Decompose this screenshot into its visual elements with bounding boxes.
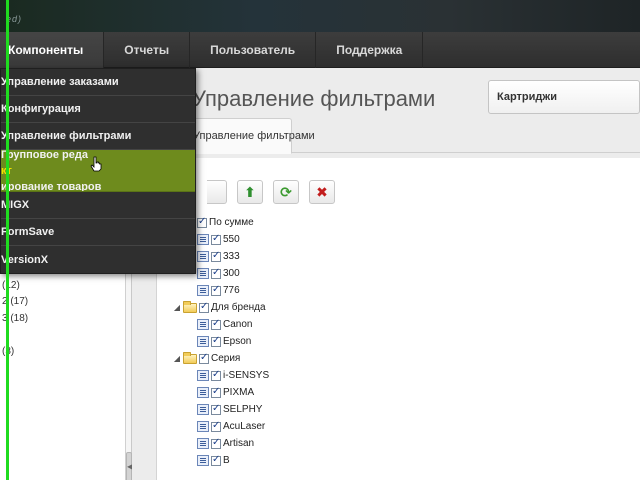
tree-item-label: i-SENSYS	[223, 370, 270, 381]
checkbox[interactable]	[211, 386, 221, 398]
checkbox[interactable]	[211, 403, 221, 415]
checkbox[interactable]	[199, 301, 209, 313]
list-item-icon	[197, 251, 209, 262]
tree-folder[interactable]: ◢ Серия	[173, 350, 240, 367]
list-item-icon	[197, 234, 209, 245]
left-count-1: (12)	[2, 280, 20, 291]
list-item-icon	[197, 404, 209, 415]
checkbox[interactable]	[199, 352, 209, 364]
delete-icon: ✖	[316, 183, 328, 200]
tree-item-label: SELPHY	[223, 404, 263, 415]
checkbox[interactable]	[211, 318, 221, 330]
checkbox[interactable]	[211, 233, 221, 245]
tree-item-label: Canon	[223, 319, 253, 330]
checkbox[interactable]	[197, 216, 207, 228]
main-menu-bar: Компоненты Отчеты Пользователь Поддержка	[0, 31, 640, 68]
tree-item[interactable]: 333	[197, 248, 240, 265]
tree-item[interactable]: B	[197, 452, 230, 469]
tree-item-label: Artisan	[223, 438, 255, 449]
dropdown-item-versionx[interactable]: VersionX	[1, 246, 195, 273]
list-item-icon	[197, 455, 209, 466]
list-item-icon	[197, 285, 209, 296]
up-arrow-icon: ⬆	[244, 183, 256, 200]
dropdown-item-formsave[interactable]: FormSave	[1, 219, 195, 246]
tree-item[interactable]: По сумме	[197, 214, 254, 231]
tree-item[interactable]: PIXMA	[197, 384, 254, 401]
page-title: Управление фильтрами	[192, 86, 436, 111]
tree-item[interactable]: 776	[197, 282, 240, 299]
tree-item[interactable]: 550	[197, 231, 240, 248]
menu-user[interactable]: Пользователь	[190, 31, 317, 68]
expand-triangle-icon[interactable]: ◢	[173, 354, 181, 363]
tree-folder-label: Для бренда	[211, 302, 266, 313]
tree-item-label: По сумме	[209, 217, 254, 228]
folder-icon	[183, 300, 197, 313]
move-up-button[interactable]: ⬆	[237, 180, 263, 204]
tree-item-label: 550	[223, 234, 240, 245]
menu-reports[interactable]: Отчеты	[104, 31, 191, 68]
checkbox[interactable]	[211, 454, 221, 466]
tree-item-label: Epson	[223, 336, 252, 347]
toolbar-button-left[interactable]	[207, 180, 227, 204]
tree-item-label: 300	[223, 268, 240, 279]
delete-button[interactable]: ✖	[309, 180, 335, 204]
tree-item[interactable]: SELPHY	[197, 401, 262, 418]
dropdown-item-migx[interactable]: MIGX	[1, 192, 195, 219]
main-content: Управление фильтрами Картриджи Управлени…	[132, 68, 640, 480]
tree-item-label: AcuLaser	[223, 421, 266, 432]
tree-item[interactable]: Epson	[197, 333, 251, 350]
tree-folder[interactable]: ◢ Для бренда	[173, 299, 266, 316]
green-guide-line	[6, 0, 9, 480]
tree-item[interactable]: i-SENSYS	[197, 367, 269, 384]
tree-item-label: 333	[223, 251, 240, 262]
tree-folder-label: Серия	[211, 353, 241, 364]
tree-toolbar: ⬆ ⟳ ✖	[207, 180, 335, 204]
filter-panel: ⬆ ⟳ ✖ По сумме 550 333	[156, 158, 640, 480]
checkbox[interactable]	[211, 267, 221, 279]
tree-item-label: PIXMA	[223, 387, 255, 398]
list-item-icon	[197, 421, 209, 432]
menu-components[interactable]: Компоненты	[0, 31, 105, 68]
list-item-icon	[197, 387, 209, 398]
refresh-icon: ⟳	[280, 183, 292, 200]
menu-support[interactable]: Поддержка	[316, 31, 424, 68]
tree-item[interactable]: AcuLaser	[197, 418, 265, 435]
top-banner: ed)	[0, 0, 640, 32]
tree-item-label: 776	[223, 285, 240, 296]
tab-filter-management[interactable]: Управление фильтрами	[184, 118, 315, 154]
checkbox[interactable]	[211, 335, 221, 347]
category-select[interactable]: Картриджи	[488, 80, 640, 114]
dropdown-item-orders[interactable]: Управление заказами	[1, 69, 195, 96]
dropdown-item-configuration[interactable]: Конфигурация	[1, 96, 195, 123]
dropdown-item-filters[interactable]: Управление фильтрами	[1, 123, 195, 150]
expand-triangle-icon[interactable]: ◢	[173, 303, 181, 312]
tree-item-label: B	[223, 455, 230, 466]
checkbox[interactable]	[211, 437, 221, 449]
checkbox[interactable]	[211, 369, 221, 381]
list-item-icon	[197, 268, 209, 279]
list-item-icon	[197, 336, 209, 347]
checkbox[interactable]	[211, 284, 221, 296]
refresh-button[interactable]: ⟳	[273, 180, 299, 204]
list-item-icon	[197, 438, 209, 449]
tree-item[interactable]: Canon	[197, 316, 252, 333]
checkbox[interactable]	[211, 420, 221, 432]
tree-item[interactable]: Artisan	[197, 435, 254, 452]
tree-item[interactable]: 300	[197, 265, 240, 282]
list-item-icon	[197, 370, 209, 381]
checkbox[interactable]	[211, 250, 221, 262]
dropdown-item-bulk-edit-label: Групповое редактирование товаров	[1, 150, 102, 192]
hand-cursor-icon	[90, 156, 102, 172]
folder-icon	[183, 351, 197, 364]
list-item-icon	[197, 319, 209, 330]
